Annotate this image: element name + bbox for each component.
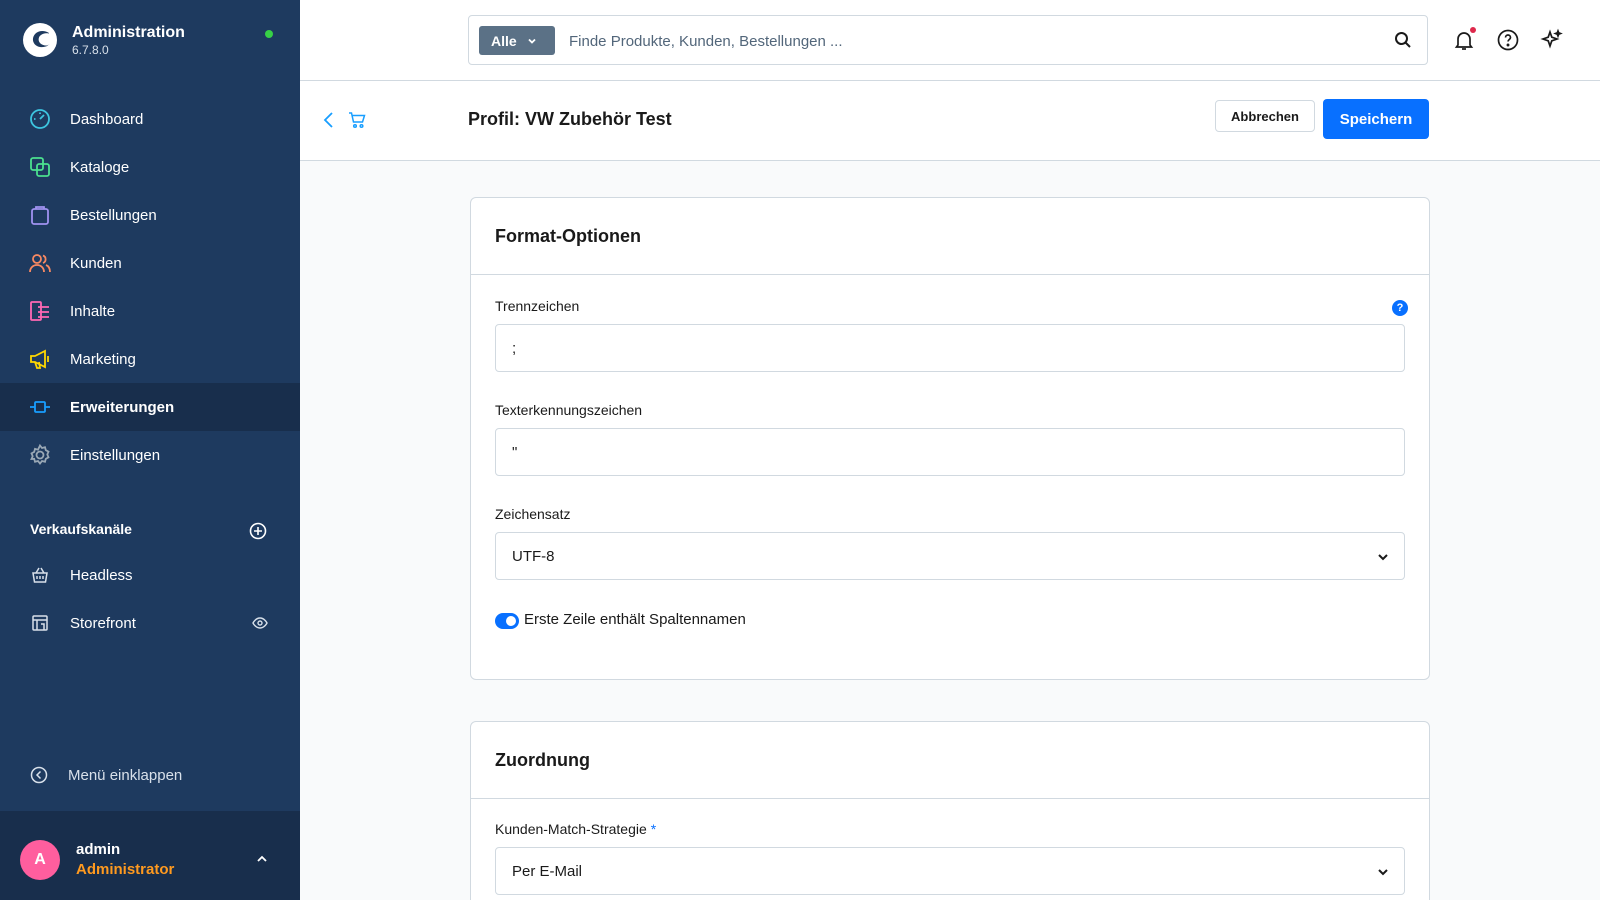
chevron-down-icon	[1378, 554, 1388, 561]
sales-channels-title: Verkaufskanäle	[30, 521, 132, 537]
format-options-card: Format-Optionen Trennzeichen ? ; Texterk…	[470, 197, 1430, 680]
search-type-dropdown[interactable]: Alle	[479, 26, 555, 55]
nav-label: Bestellungen	[70, 206, 157, 224]
orders-icon	[29, 204, 51, 226]
enclosure-value: "	[512, 443, 518, 461]
sidebar: Administration 6.7.8.0 Dashboard Katalog…	[0, 0, 300, 900]
match-strategy-label-text: Kunden-Match-Strategie	[495, 821, 647, 837]
eye-icon[interactable]	[252, 615, 268, 631]
search-type-label: Alle	[491, 32, 517, 49]
dashboard-icon	[29, 108, 51, 130]
online-status-dot	[265, 30, 273, 38]
separator-label: Trennzeichen	[495, 298, 580, 314]
charset-select[interactable]: UTF-8	[495, 532, 1405, 580]
chevron-down-icon	[528, 38, 536, 44]
top-bar: Alle	[300, 0, 1600, 81]
storefront-icon	[29, 612, 51, 634]
sales-channel-headless[interactable]: Headless	[0, 555, 300, 595]
shopware-logo-icon	[23, 23, 57, 57]
match-strategy-label: Kunden-Match-Strategie *	[495, 821, 656, 837]
nav-label: Kataloge	[70, 158, 130, 176]
separator-field[interactable]: ;	[495, 324, 1405, 372]
toggle-knob	[506, 616, 516, 626]
brand-title: Administration	[72, 24, 185, 41]
nav-item-catalogs[interactable]: Kataloge	[0, 143, 300, 191]
enclosure-field[interactable]: "	[495, 428, 1405, 476]
marketing-icon	[29, 348, 51, 370]
channel-label: Storefront	[70, 614, 136, 632]
channel-label: Headless	[70, 566, 133, 584]
nav-item-extensions[interactable]: Erweiterungen	[0, 383, 300, 431]
user-name: admin	[76, 841, 121, 858]
nav-label: Inhalte	[70, 302, 116, 320]
nav-label: Erweiterungen	[70, 398, 175, 416]
nav-item-orders[interactable]: Bestellungen	[0, 191, 300, 239]
card-title: Format-Optionen	[471, 198, 1429, 275]
cart-icon	[349, 112, 366, 129]
nav-label: Einstellungen	[70, 446, 161, 464]
nav-label: Kunden	[70, 254, 122, 272]
page-title: Profil: VW Zubehör Test	[468, 109, 672, 129]
chevron-down-icon	[1378, 869, 1388, 876]
cancel-button[interactable]: Abbrechen	[1215, 100, 1315, 132]
nav-item-customers[interactable]: Kunden	[0, 239, 300, 287]
catalog-icon	[29, 156, 51, 178]
save-button[interactable]: Speichern	[1323, 99, 1429, 139]
brand-version: 6.7.8.0	[72, 43, 109, 57]
user-menu[interactable]: A admin Administrator	[0, 811, 300, 900]
header-row-label: Erste Zeile enthält Spaltennamen	[524, 611, 746, 628]
user-role: Administrator	[76, 861, 175, 878]
search-icon[interactable]	[1394, 31, 1412, 49]
nav-item-dashboard[interactable]: Dashboard	[0, 95, 300, 143]
collapse-menu-label: Menü einklappen	[68, 766, 183, 784]
header-row-toggle[interactable]	[495, 613, 519, 629]
chevron-up-icon[interactable]	[256, 853, 268, 865]
charset-label: Zeichensatz	[495, 506, 571, 522]
smart-bar: Profil: VW Zubehör Test Abbrechen Speich…	[300, 81, 1600, 161]
nav-label: Dashboard	[70, 110, 144, 128]
match-strategy-value: Per E-Mail	[512, 862, 583, 880]
settings-icon	[29, 444, 51, 466]
help-icon[interactable]: ?	[1392, 300, 1408, 316]
collapse-menu-button[interactable]: Menü einklappen	[30, 766, 182, 784]
nav-label: Marketing	[70, 350, 136, 368]
headless-icon	[29, 564, 51, 586]
customers-icon	[29, 252, 51, 274]
help-icon[interactable]	[1496, 28, 1520, 52]
card-title: Zuordnung	[471, 722, 1429, 799]
add-sales-channel-icon[interactable]	[249, 522, 267, 540]
chevron-left-circle-icon	[30, 766, 48, 784]
avatar: A	[20, 840, 60, 880]
nav-item-content[interactable]: Inhalte	[0, 287, 300, 335]
enclosure-label: Texterkennungszeichen	[495, 402, 643, 418]
brand[interactable]: Administration 6.7.8.0	[22, 22, 185, 58]
notification-dot	[1470, 27, 1476, 33]
ai-sparkle-icon[interactable]	[1540, 28, 1564, 52]
nav-item-marketing[interactable]: Marketing	[0, 335, 300, 383]
extensions-icon	[29, 396, 51, 418]
global-search: Alle	[468, 15, 1428, 65]
nav-item-settings[interactable]: Einstellungen	[0, 431, 300, 479]
content-icon	[29, 300, 51, 322]
match-strategy-select[interactable]: Per E-Mail	[495, 847, 1405, 895]
charset-value: UTF-8	[512, 547, 555, 565]
search-input[interactable]	[569, 28, 1359, 54]
chevron-left-icon[interactable]	[322, 111, 336, 129]
required-marker: *	[650, 821, 657, 837]
separator-value: ;	[512, 339, 517, 357]
mapping-card: Zuordnung Kunden-Match-Strategie * Per E-…	[470, 721, 1430, 900]
sales-channel-storefront[interactable]: Storefront	[0, 603, 300, 643]
